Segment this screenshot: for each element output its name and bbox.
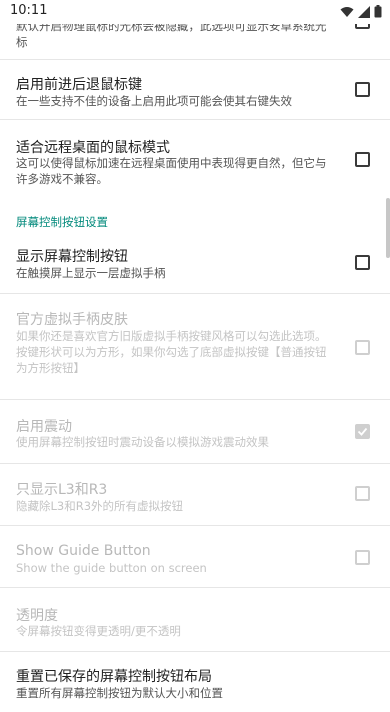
pref-forward-back-checkbox[interactable] — [355, 82, 370, 97]
pref-forward-back-summary: 在一些支持不佳的设备上启用此项可能会使其右键失效 — [16, 94, 292, 108]
pref-remote-desktop-summary: 这可以使得鼠标加速在远程桌面使用中表现得更自然，但它与许多游戏不兼容。 — [16, 156, 327, 186]
signal-icon — [358, 5, 370, 18]
pref-opacity[interactable]: 透明度 令屏幕按钮变得更透明/更不透明 — [0, 588, 390, 652]
pref-forward-back[interactable]: 启用前进后退鼠标键 在一些支持不佳的设备上启用此项可能会使其右键失效 — [0, 60, 390, 120]
pref-osc-skin-checkbox[interactable] — [355, 340, 370, 355]
wifi-icon — [340, 6, 354, 17]
pref-guide-button[interactable]: Show Guide Button Show the guide button … — [0, 526, 390, 588]
pref-reset-layout[interactable]: 重置已保存的屏幕控制按钮布局 重置所有屏幕控制按钮为默认大小和位置 — [0, 652, 390, 712]
pref-osc-skin[interactable]: 官方虚拟手柄皮肤 如果你还是喜欢官方旧版虚拟手柄按键风格可以勾选此选项。 按键形… — [0, 294, 390, 400]
pref-guide-button-title: Show Guide Button — [16, 543, 151, 559]
status-bar: 10:11 — [0, 0, 390, 24]
pref-opacity-summary: 令屏幕按钮变得更透明/更不透明 — [16, 624, 181, 638]
pref-show-osc[interactable]: 显示屏幕控制按钮 在触摸屏上显示一层虚拟手柄 — [0, 234, 390, 294]
pref-show-osc-title: 显示屏幕控制按钮 — [16, 249, 128, 265]
pref-guide-button-checkbox[interactable] — [355, 550, 370, 565]
pref-vibrate-summary: 使用屏幕控制按钮时震动设备以模拟游戏震动效果 — [16, 435, 269, 449]
pref-forward-back-title: 启用前进后退鼠标键 — [16, 77, 142, 93]
pref-remote-desktop[interactable]: 适合远程桌面的鼠标模式 这可以使得鼠标加速在远程桌面使用中表现得更自然，但它与许… — [0, 120, 390, 200]
category-osc-settings: 屏幕控制按钮设置 — [16, 215, 108, 229]
pref-l3r3-checkbox[interactable] — [355, 486, 370, 501]
pref-osc-skin-title: 官方虚拟手柄皮肤 — [16, 312, 128, 328]
pref-remote-desktop-title: 适合远程桌面的鼠标模式 — [16, 140, 170, 156]
pref-vibrate-checkbox[interactable] — [355, 424, 370, 439]
pref-show-osc-summary: 在触摸屏上显示一层虚拟手柄 — [16, 266, 166, 280]
pref-vibrate[interactable]: 启用震动 使用屏幕控制按钮时震动设备以模拟游戏震动效果 — [0, 400, 390, 464]
status-icons — [340, 5, 382, 18]
pref-osc-skin-summary: 如果你还是喜欢官方旧版虚拟手柄按键风格可以勾选此选项。 按键形状可以为方形，如果… — [16, 329, 327, 375]
pref-l3r3-summary: 隐藏除L3和R3外的所有虚拟按钮 — [16, 499, 184, 513]
pref-guide-button-summary: Show the guide button on screen — [16, 561, 207, 575]
pref-reset-layout-title: 重置已保存的屏幕控制按钮布局 — [16, 669, 212, 685]
check-icon — [357, 427, 368, 436]
pref-opacity-title: 透明度 — [16, 608, 58, 624]
pref-l3r3[interactable]: 只显示L3和R3 隐藏除L3和R3外的所有虚拟按钮 — [0, 464, 390, 526]
scrollbar[interactable] — [386, 198, 390, 258]
pref-show-osc-checkbox[interactable] — [355, 255, 370, 270]
status-time: 10:11 — [10, 3, 48, 18]
pref-remote-desktop-checkbox[interactable] — [355, 152, 370, 167]
pref-vibrate-title: 启用震动 — [16, 419, 72, 435]
battery-icon — [374, 5, 382, 18]
pref-reset-layout-summary: 重置所有屏幕控制按钮为默认大小和位置 — [16, 686, 223, 700]
pref-l3r3-title: 只显示L3和R3 — [16, 482, 108, 498]
